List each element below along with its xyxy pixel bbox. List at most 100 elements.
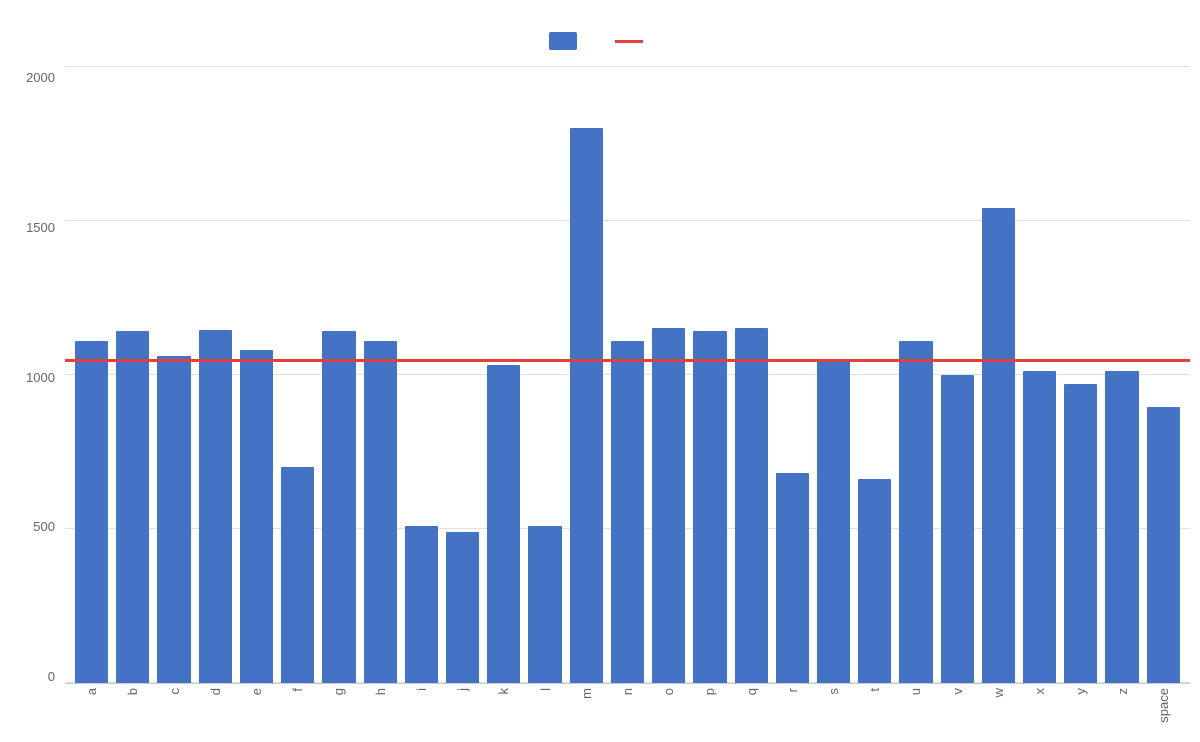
legend: [549, 32, 651, 50]
x-axis-label: s: [826, 688, 841, 695]
x-label-container: i: [405, 684, 438, 732]
x-label-container: h: [364, 684, 397, 732]
x-label-container: e: [240, 684, 273, 732]
x-axis-label: m: [579, 688, 594, 699]
x-label-container: l: [528, 684, 561, 732]
bar: [75, 341, 108, 683]
bar: [982, 208, 1015, 683]
bar: [157, 356, 190, 683]
bar: [446, 532, 479, 683]
bar: [899, 341, 932, 683]
bar-group: [446, 66, 479, 683]
bar: [364, 341, 397, 683]
y-axis-label: 500: [33, 519, 55, 534]
x-axis-label: h: [373, 688, 388, 695]
bar: [487, 365, 520, 683]
legend-item-line: [615, 40, 651, 43]
y-axis: 2000150010005000: [10, 66, 65, 732]
x-label-container: x: [1023, 684, 1056, 732]
bar: [322, 331, 355, 683]
x-label-container: a: [75, 684, 108, 732]
x-axis-label: y: [1073, 688, 1088, 695]
legend-item-bar: [549, 32, 585, 50]
x-axis-label: r: [785, 688, 800, 692]
x-label-container: f: [281, 684, 314, 732]
x-label-container: d: [199, 684, 232, 732]
x-axis-label: f: [290, 688, 305, 692]
bar-group: [322, 66, 355, 683]
x-axis-label: a: [84, 688, 99, 695]
bar-group: [817, 66, 850, 683]
bar: [1023, 371, 1056, 683]
x-axis-label: g: [331, 688, 346, 695]
x-axis-label: t: [867, 688, 882, 692]
bar-group: [693, 66, 726, 683]
bar: [1105, 371, 1138, 683]
x-axis: abcdefghijklmnopqrstuvwxyzspace: [65, 684, 1190, 732]
chart-inner: abcdefghijklmnopqrstuvwxyzspace: [65, 66, 1190, 732]
bar-group: [1105, 66, 1138, 683]
y-axis-label: 1000: [26, 370, 55, 385]
y-axis-label: 2000: [26, 70, 55, 85]
bar: [1147, 407, 1180, 683]
bar-group: [281, 66, 314, 683]
x-axis-label: c: [167, 688, 182, 695]
bar-group: [75, 66, 108, 683]
bar-group: [1023, 66, 1056, 683]
x-axis-label: i: [414, 688, 429, 691]
x-label-container: p: [693, 684, 726, 732]
x-label-container: t: [858, 684, 891, 732]
x-label-container: g: [322, 684, 355, 732]
bar: [735, 328, 768, 683]
bar-group: [240, 66, 273, 683]
x-label-container: b: [116, 684, 149, 732]
x-axis-label: x: [1032, 688, 1047, 695]
x-label-container: space: [1147, 684, 1180, 732]
bar: [693, 331, 726, 683]
bar-group: [405, 66, 438, 683]
bar: [1064, 384, 1097, 683]
bar-group: [157, 66, 190, 683]
bar: [652, 328, 685, 683]
x-label-container: z: [1105, 684, 1138, 732]
chart-container: 2000150010005000 abcdefghijklmnopqrstuvw…: [0, 0, 1200, 742]
bar-group: [611, 66, 644, 683]
x-axis-label: p: [702, 688, 717, 695]
bar-group: [652, 66, 685, 683]
bars-wrapper: [65, 66, 1190, 683]
bar: [611, 341, 644, 683]
x-axis-label: b: [125, 688, 140, 695]
x-label-container: m: [570, 684, 603, 732]
x-axis-label: w: [991, 688, 1006, 697]
bar: [405, 526, 438, 683]
chart-area: 2000150010005000 abcdefghijklmnopqrstuvw…: [10, 66, 1190, 732]
bar: [116, 331, 149, 683]
x-label-container: s: [817, 684, 850, 732]
x-axis-label: u: [908, 688, 923, 695]
bar-group: [735, 66, 768, 683]
x-label-container: u: [899, 684, 932, 732]
legend-bar-icon: [549, 32, 577, 50]
x-axis-label: o: [661, 688, 676, 695]
bar: [240, 350, 273, 683]
x-label-container: j: [446, 684, 479, 732]
bar-group: [858, 66, 891, 683]
bar-group: [899, 66, 932, 683]
x-axis-label: z: [1115, 688, 1130, 695]
bar-group: [941, 66, 974, 683]
x-label-container: w: [982, 684, 1015, 732]
bar-group: [776, 66, 809, 683]
bar: [817, 359, 850, 683]
bar: [281, 467, 314, 683]
x-axis-label: j: [455, 688, 470, 691]
bar-group: [570, 66, 603, 683]
x-label-container: r: [776, 684, 809, 732]
x-label-container: o: [652, 684, 685, 732]
y-axis-label: 1500: [26, 220, 55, 235]
x-axis-label: k: [496, 688, 511, 695]
x-axis-label: d: [208, 688, 223, 695]
bar-group: [116, 66, 149, 683]
x-label-container: c: [157, 684, 190, 732]
x-label-container: v: [941, 684, 974, 732]
grid-and-bars: [65, 66, 1190, 684]
